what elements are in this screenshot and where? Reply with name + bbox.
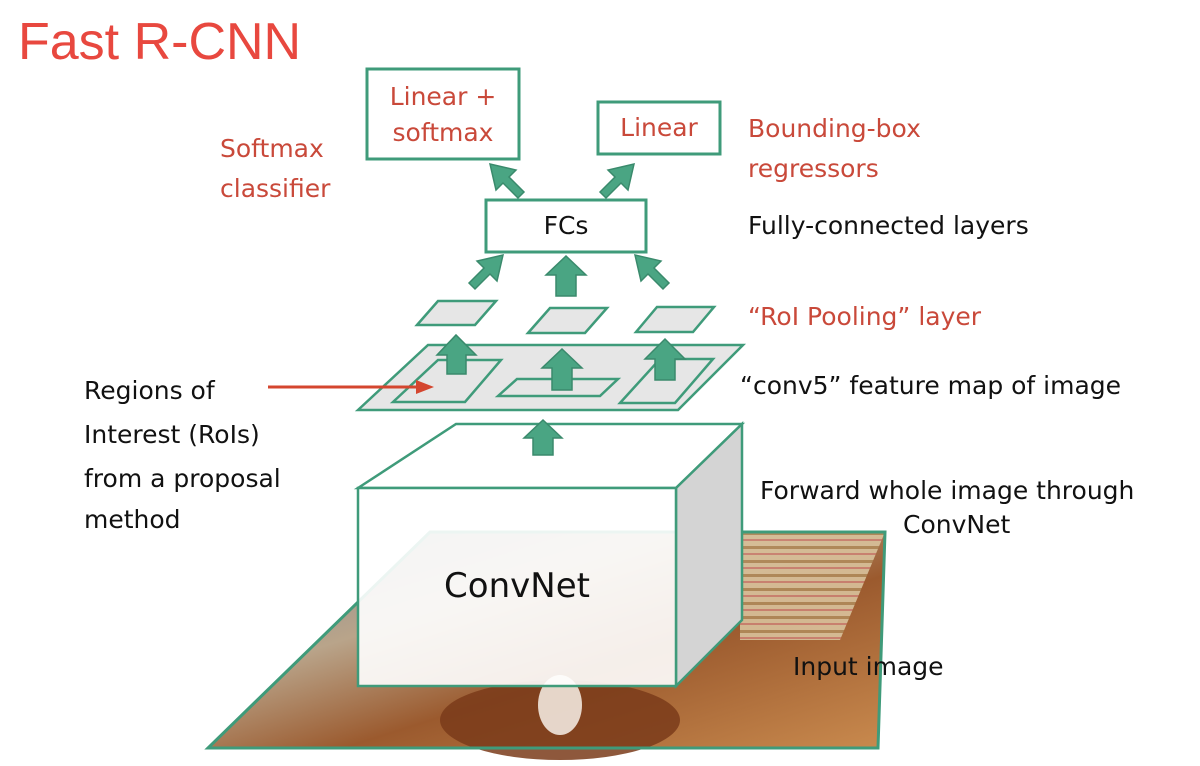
- linear-softmax-label: Linear + softmax: [389, 82, 497, 147]
- bbox-regressors-line2: regressors: [748, 154, 879, 183]
- conv5-label: “conv5” feature map of image: [740, 371, 1122, 400]
- conv5-feature-map: [354, 343, 747, 412]
- up-arrow-fc-to-softmax: [488, 162, 526, 200]
- up-arrow-roi1-to-fc: [467, 253, 505, 291]
- fcs-label: FCs: [543, 211, 589, 240]
- fc-layers-label: Fully-connected layers: [748, 211, 1029, 240]
- rois-line4: method: [84, 505, 181, 534]
- roi-pooled-3: [633, 305, 717, 334]
- linear-label: Linear: [620, 113, 698, 142]
- forward-line1: Forward whole image through: [760, 476, 1135, 505]
- forward-line2: ConvNet: [903, 510, 1011, 539]
- convnet-label: ConvNet: [444, 566, 590, 606]
- roi-pooled-2: [525, 306, 610, 335]
- rois-line1: Regions of: [84, 376, 215, 405]
- rois-line2: Interest (RoIs): [84, 420, 260, 449]
- up-arrow-fc-to-linear: [598, 162, 636, 200]
- up-arrow-roi2-to-fc: [544, 254, 588, 297]
- roi-pooling-label: “RoI Pooling” layer: [748, 302, 982, 331]
- input-image-label: Input image: [793, 652, 944, 681]
- convnet-box: [353, 421, 746, 690]
- roi-pooled-1: [414, 299, 499, 327]
- up-arrow-roi3-to-fc: [633, 253, 671, 291]
- softmax-classifier-line2: classifier: [220, 174, 331, 203]
- softmax-classifier-line1: Softmax: [220, 134, 324, 163]
- bbox-regressors-line1: Bounding-box: [748, 114, 921, 143]
- rois-line3: from a proposal: [84, 464, 281, 493]
